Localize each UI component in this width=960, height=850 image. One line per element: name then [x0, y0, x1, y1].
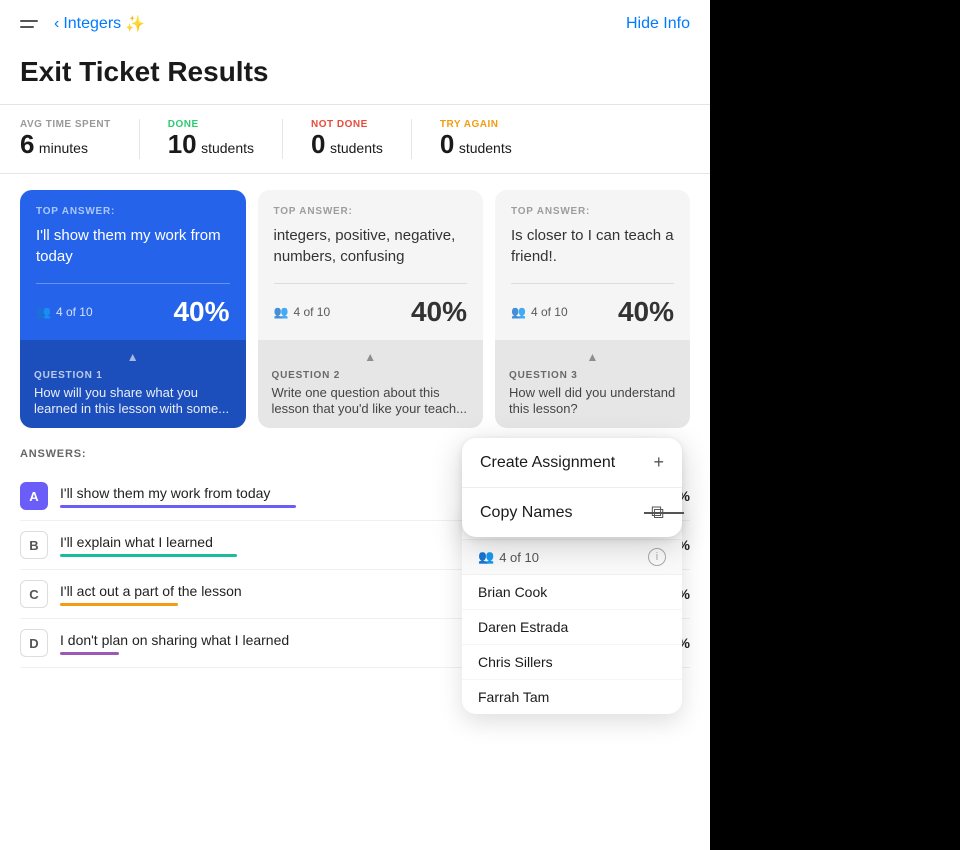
card1-chevron-up: ▲	[34, 350, 232, 364]
card2-divider	[274, 283, 468, 284]
sidebar-toggle-icon[interactable]	[20, 12, 44, 36]
stat-try-again: TRY AGAIN 0 students	[440, 119, 540, 159]
card3-students-count: 4 of 10	[531, 305, 568, 319]
students-count-label: 4 of 10	[499, 550, 539, 565]
card3-chevron-up: ▲	[509, 350, 676, 364]
question-card-3[interactable]: TOP ANSWER: Is closer to I can teach a f…	[495, 190, 690, 429]
answer-letter-a: A	[20, 482, 48, 510]
card3-students: 👥 4 of 10	[511, 305, 568, 319]
card2-answer: integers, positive, negative, numbers, c…	[274, 225, 468, 267]
question-card-2[interactable]: TOP ANSWER: integers, positive, negative…	[258, 190, 484, 429]
card2-students-count: 4 of 10	[293, 305, 330, 319]
students-count-info: 👥 4 of 10	[478, 549, 539, 565]
card3-answer: Is closer to I can teach a friend!.	[511, 225, 674, 267]
popup-connector	[644, 512, 684, 514]
stat-not-done: NOT DONE 0 students	[311, 119, 412, 159]
students-icon-3: 👥	[511, 305, 526, 319]
copy-names-item[interactable]: Copy Names ⧉	[462, 488, 682, 537]
cards-row: TOP ANSWER: I'll show them my work from …	[0, 174, 710, 445]
card1-top-answer-label: TOP ANSWER:	[36, 206, 230, 217]
copy-names-label: Copy Names	[480, 504, 572, 522]
student-brian: Brian Cook	[462, 575, 682, 610]
back-title: Integers	[63, 15, 121, 33]
card2-top-answer-label: TOP ANSWER:	[274, 206, 468, 217]
hide-info-button[interactable]: Hide Info	[626, 15, 690, 33]
top-bar-left: ‹ Integers ✨	[20, 12, 145, 36]
stats-bar: AVG TIME SPENT 6 minutes DONE 10 student…	[0, 104, 710, 174]
students-icon-1: 👥	[36, 305, 51, 319]
create-assignment-label: Create Assignment	[480, 454, 615, 472]
card1-question-num: QUESTION 1	[34, 370, 232, 381]
answer-c-bar	[60, 603, 178, 606]
students-icon-2: 👥	[274, 305, 289, 319]
students-dropdown: STUDENTS: 👥 4 of 10 i Brian Cook Daren E…	[462, 508, 682, 714]
answer-letter-c: C	[20, 580, 48, 608]
back-nav[interactable]: ‹ Integers ✨	[54, 14, 145, 34]
card1-answer: I'll show them my work from today	[36, 225, 230, 267]
card3-footer: 👥 4 of 10 40%	[511, 296, 674, 328]
card2-question-num: QUESTION 2	[272, 370, 470, 381]
answer-d-bar	[60, 652, 119, 655]
card2-question-text: Write one question about this lesson tha…	[272, 385, 470, 419]
stat-done: DONE 10 students	[168, 119, 283, 159]
stat-avg-time: AVG TIME SPENT 6 minutes	[20, 119, 140, 159]
app-container: ‹ Integers ✨ Hide Info Exit Ticket Resul…	[0, 0, 710, 850]
card3-question-num: QUESTION 3	[509, 370, 676, 381]
card2-chevron-up: ▲	[272, 350, 470, 364]
top-bar: ‹ Integers ✨ Hide Info	[0, 0, 710, 48]
stat-done-value: 10 students	[168, 130, 254, 159]
students-count-row: 👥 4 of 10 i	[462, 540, 682, 575]
popup-menu: Create Assignment + Copy Names ⧉	[462, 438, 682, 537]
chevron-left-icon: ‹	[54, 15, 59, 33]
card3-question-text: How well did you understand this lesson?	[509, 385, 676, 419]
card1-question-text: How will you share what you learned in t…	[34, 385, 232, 419]
students-icon-small: 👥	[478, 549, 494, 565]
answer-b-bar	[60, 554, 237, 557]
create-assignment-icon: +	[653, 452, 664, 473]
card3-top-answer-label: TOP ANSWER:	[511, 206, 674, 217]
stat-try-again-value: 0 students	[440, 130, 512, 159]
student-farrah: Farrah Tam	[462, 680, 682, 714]
card1-students: 👥 4 of 10	[36, 305, 93, 319]
card2-students: 👥 4 of 10	[274, 305, 331, 319]
answer-letter-d: D	[20, 629, 48, 657]
card2-percent: 40%	[411, 296, 467, 328]
card2-footer: 👥 4 of 10 40%	[274, 296, 468, 328]
info-circle-icon[interactable]: i	[648, 548, 666, 566]
card3-divider	[511, 283, 674, 284]
card1-percent: 40%	[173, 296, 229, 328]
card1-question-footer: ▲ QUESTION 1 How will you share what you…	[20, 340, 246, 429]
card2-question-footer: ▲ QUESTION 2 Write one question about th…	[258, 340, 484, 429]
card1-footer: 👥 4 of 10 40%	[36, 296, 230, 328]
card3-percent: 40%	[618, 296, 674, 328]
student-chris: Chris Sillers	[462, 645, 682, 680]
stat-not-done-value: 0 students	[311, 130, 383, 159]
card3-question-footer: ▲ QUESTION 3 How well did you understand…	[495, 340, 690, 429]
question-card-1[interactable]: TOP ANSWER: I'll show them my work from …	[20, 190, 246, 429]
stat-avg-time-value: 6 minutes	[20, 130, 111, 159]
page-title: Exit Ticket Results	[0, 48, 710, 104]
student-daren: Daren Estrada	[462, 610, 682, 645]
sparkle-icon: ✨	[125, 14, 145, 34]
card1-students-count: 4 of 10	[56, 305, 93, 319]
answer-a-bar	[60, 505, 296, 508]
create-assignment-item[interactable]: Create Assignment +	[462, 438, 682, 488]
card1-divider	[36, 283, 230, 284]
answer-letter-b: B	[20, 531, 48, 559]
